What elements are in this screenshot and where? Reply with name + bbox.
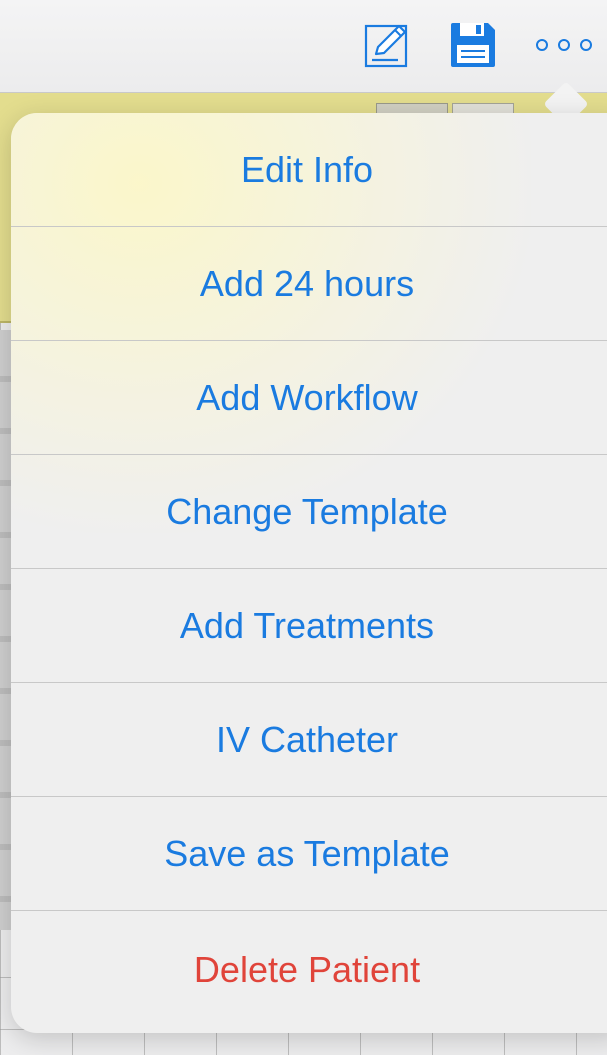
menu-item-label: Edit Info — [240, 148, 374, 190]
menu-item-label: Add 24 hours — [199, 262, 415, 304]
menu-item-save-as-template[interactable]: Save as Template — [11, 797, 607, 911]
menu-item-add-24-hours[interactable]: Add 24 hours — [11, 227, 607, 341]
menu-item-label: Change Template — [166, 490, 448, 532]
actions-popover-menu: Edit Info Add 24 hours Add Workflow Chan… — [11, 113, 607, 1033]
more-icon — [536, 39, 592, 51]
save-icon — [451, 23, 495, 67]
menu-item-change-template[interactable]: Change Template — [11, 455, 607, 569]
menu-item-label: IV Catheter — [215, 718, 399, 760]
compose-icon — [364, 24, 408, 68]
menu-item-add-treatments[interactable]: Add Treatments — [11, 569, 607, 683]
menu-item-edit-info[interactable]: Edit Info — [11, 113, 607, 227]
menu-item-delete-patient[interactable]: Delete Patient — [11, 911, 607, 1029]
menu-item-label: Save as Template — [164, 832, 450, 874]
compose-button[interactable] — [360, 18, 414, 72]
more-button[interactable] — [532, 18, 596, 72]
menu-item-label: Add Treatments — [179, 604, 435, 646]
menu-item-add-workflow[interactable]: Add Workflow — [11, 341, 607, 455]
top-toolbar — [0, 0, 607, 93]
menu-item-iv-catheter[interactable]: IV Catheter — [11, 683, 607, 797]
save-button[interactable] — [446, 18, 500, 72]
menu-item-label: Add Workflow — [196, 376, 418, 418]
menu-item-label: Delete Patient — [193, 949, 421, 990]
